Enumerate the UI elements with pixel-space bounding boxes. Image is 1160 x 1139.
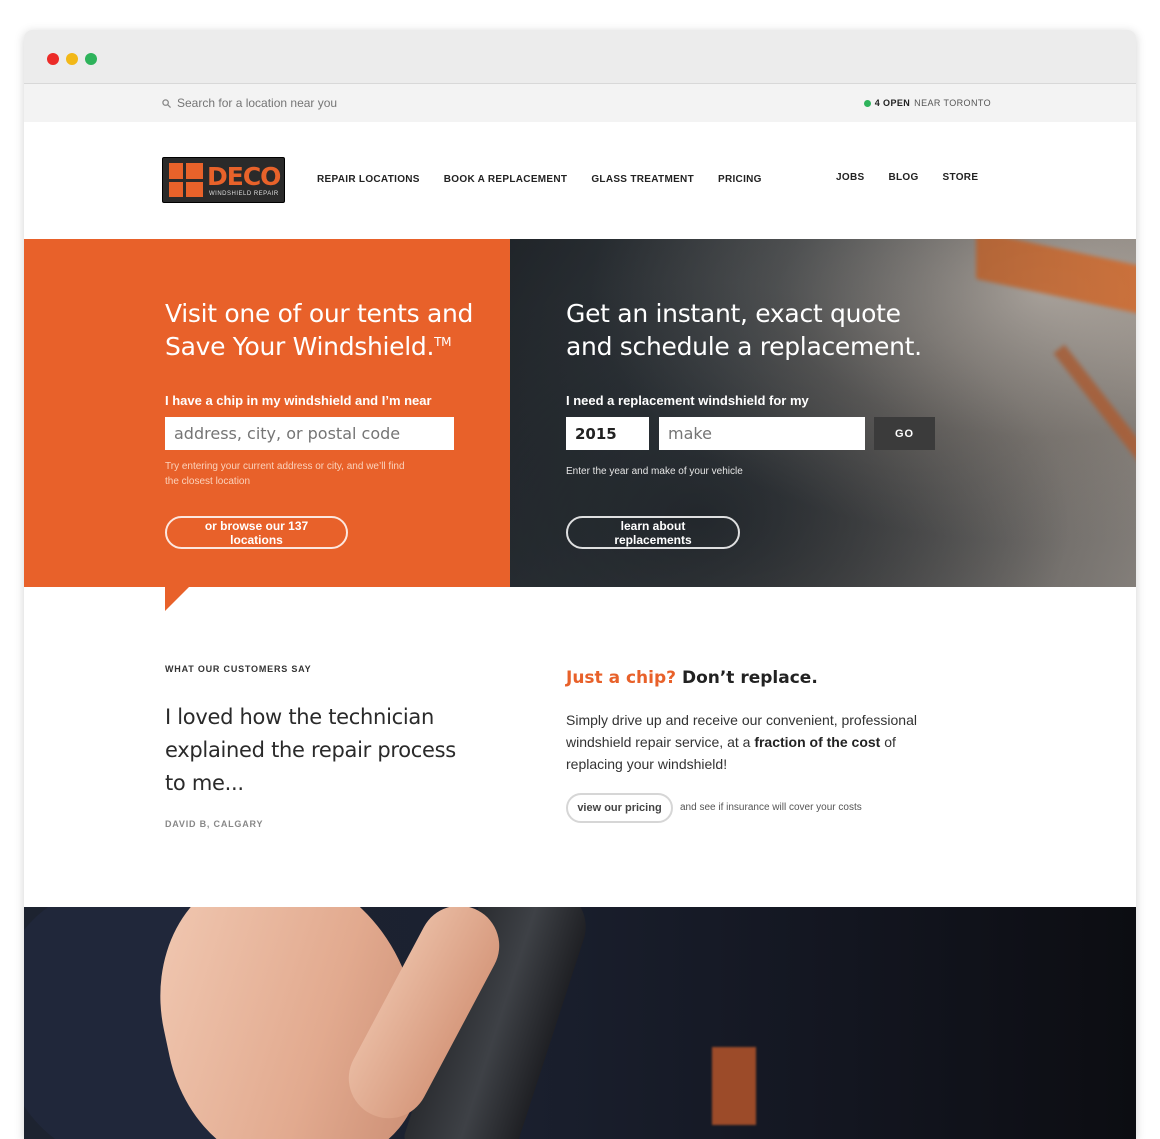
testimonial-kicker: WHAT OUR CUSTOMERS SAY xyxy=(165,664,312,674)
chip-heading-accent: Just a chip? xyxy=(566,668,677,688)
hero-section: Visit one of our tents and Save Your Win… xyxy=(24,239,1136,587)
nav-jobs[interactable]: JOBS xyxy=(836,172,864,183)
replacement-label: I need a replacement windshield for my xyxy=(566,393,809,408)
insurance-note: and see if insurance will cover your cos… xyxy=(680,802,862,813)
replacement-heading: Get an instant, exact quote and schedule… xyxy=(566,299,922,361)
chip-location-label: I have a chip in my windshield and I’m n… xyxy=(165,393,432,408)
open-count: 4 OPEN xyxy=(874,98,911,108)
address-hint: Try entering your current address or cit… xyxy=(165,461,405,487)
photo-uniform-logo xyxy=(712,1047,756,1125)
technician-photo xyxy=(24,907,1136,1139)
window-chrome xyxy=(24,30,1136,84)
nav-book-replacement[interactable]: BOOK A REPLACEMENT xyxy=(444,174,568,185)
chip-heading: Just a chip? Don’t replace. xyxy=(566,668,818,688)
nav-store[interactable]: STORE xyxy=(943,172,979,183)
info-section: WHAT OUR CUSTOMERS SAY I loved how the t… xyxy=(24,587,1136,907)
logo-wordmark: DECO xyxy=(207,162,281,191)
nav-glass-treatment[interactable]: GLASS TREATMENT xyxy=(591,174,694,185)
go-button[interactable]: GO xyxy=(874,417,935,450)
open-status-dot-icon xyxy=(863,99,871,107)
repair-panel: Visit one of our tents and Save Your Win… xyxy=(24,239,510,587)
browser-window: 4 OPEN NEAR TORONTO DECO WINDSHIELD REPA… xyxy=(24,30,1136,1139)
trademark-mark: TM xyxy=(434,335,452,349)
location-search[interactable] xyxy=(162,96,377,110)
maximize-window-button[interactable] xyxy=(85,53,97,65)
vehicle-hint: Enter the year and make of your vehicle xyxy=(566,466,743,477)
nav-blog[interactable]: BLOG xyxy=(888,172,918,183)
primary-nav: REPAIR LOCATIONS BOOK A REPLACEMENT GLAS… xyxy=(317,174,762,185)
close-window-button[interactable] xyxy=(47,53,59,65)
chip-description: Simply drive up and receive our convenie… xyxy=(566,712,917,772)
minimize-window-button[interactable] xyxy=(66,53,78,65)
chip-heading-rest: Don’t replace. xyxy=(681,668,818,688)
vehicle-make-input[interactable] xyxy=(659,417,865,450)
chip-highlight: fraction of the cost xyxy=(754,734,881,750)
open-location: NEAR TORONTO xyxy=(914,98,991,108)
logo-tagline: WINDSHIELD REPAIR xyxy=(209,191,279,197)
testimonial-author: DAVID B, CALGARY xyxy=(165,819,264,829)
nav-repair-locations[interactable]: REPAIR LOCATIONS xyxy=(317,174,420,185)
learn-replacements-button[interactable]: learn about replacements xyxy=(566,516,740,549)
logo-mark-icon xyxy=(169,163,203,197)
vehicle-year-input[interactable] xyxy=(566,417,649,450)
repair-heading: Visit one of our tents and Save Your Win… xyxy=(165,299,474,361)
main-navigation: DECO WINDSHIELD REPAIR REPAIR LOCATIONS … xyxy=(24,122,1136,239)
address-input[interactable] xyxy=(165,417,454,450)
browse-locations-button[interactable]: or browse our 137 locations xyxy=(165,516,348,549)
replacement-panel: Get an instant, exact quote and schedule… xyxy=(510,239,1136,587)
view-pricing-button[interactable]: view our pricing xyxy=(566,793,673,823)
top-utility-bar: 4 OPEN NEAR TORONTO xyxy=(24,84,1136,122)
open-locations-status[interactable]: 4 OPEN NEAR TORONTO xyxy=(863,98,991,108)
secondary-nav: JOBS BLOG STORE xyxy=(836,172,978,183)
nav-pricing[interactable]: PRICING xyxy=(718,174,762,185)
testimonial-quote: I loved how the technician explained the… xyxy=(165,705,456,795)
deco-logo[interactable]: DECO WINDSHIELD REPAIR xyxy=(162,157,285,203)
search-icon xyxy=(162,98,171,108)
location-search-input[interactable] xyxy=(177,96,377,110)
